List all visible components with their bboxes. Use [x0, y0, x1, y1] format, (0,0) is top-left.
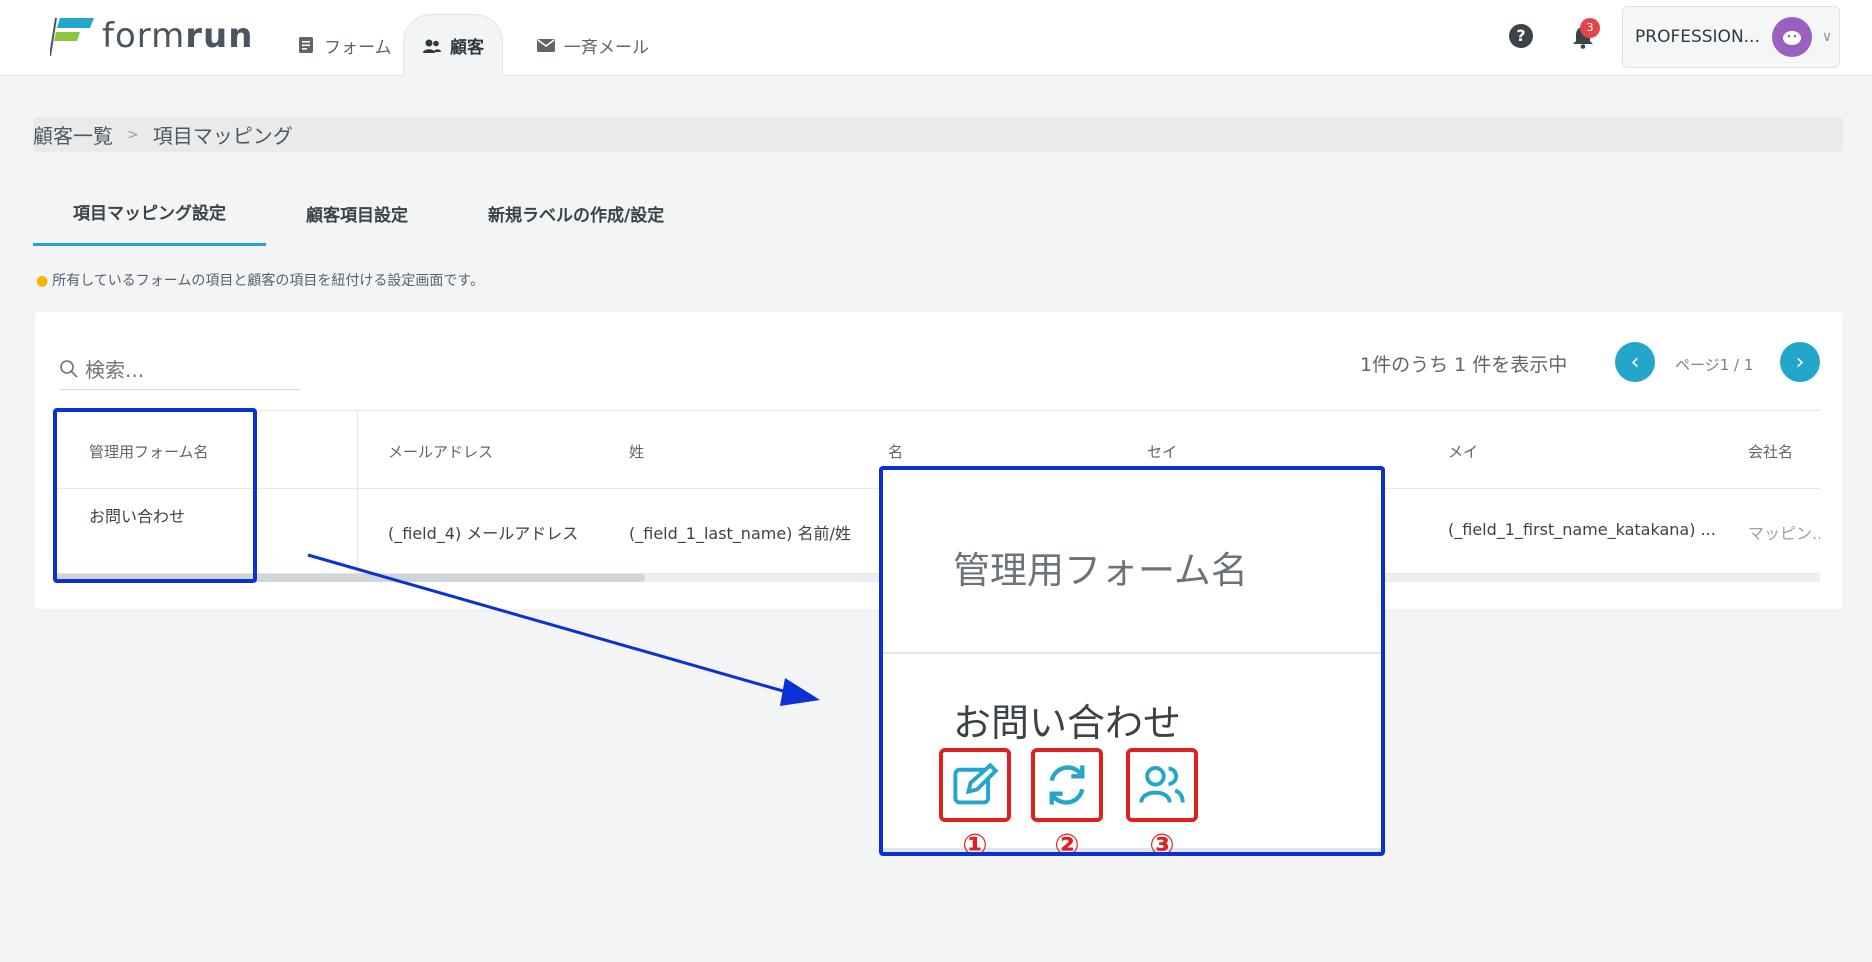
- nav-tab-forms[interactable]: フォーム: [278, 14, 410, 76]
- tab-field-mapping[interactable]: 項目マッピング設定: [33, 180, 266, 246]
- notification-badge: 3: [1580, 18, 1600, 38]
- search-icon: [60, 359, 78, 378]
- company-mapping-cell[interactable]: マッピン...: [1748, 520, 1820, 544]
- edit-icon: [953, 762, 999, 805]
- logo-mark-icon: [50, 17, 94, 56]
- callout-number-1: ①: [962, 828, 988, 856]
- email-mapping-cell[interactable]: (_field_4) メールアドレス: [388, 520, 578, 544]
- breadcrumb-item-customers[interactable]: 顧客一覧: [33, 120, 113, 149]
- breadcrumb: 顧客一覧 > 項目マッピング: [33, 117, 1843, 152]
- result-count: 1件のうち 1 件を表示中: [1360, 354, 1568, 376]
- zoom-divider: [883, 652, 1381, 654]
- tab-labels[interactable]: 新規ラベルの作成/設定: [448, 180, 704, 246]
- column-header: セイ: [1147, 443, 1178, 461]
- zoom-users-button: [1126, 748, 1198, 822]
- column-header: メイ: [1448, 443, 1479, 461]
- top-nav: formrun フォーム 顧客 一斉メール ? 3 PROFESSION... …: [0, 0, 1872, 76]
- mei-mapping-cell[interactable]: (_field_1_first_name_katakana) ...: [1448, 520, 1716, 539]
- hint-label: 所有しているフォームの項目と顧客の項目を紐付ける設定画面です。: [52, 273, 484, 289]
- column-header: メールアドレス: [388, 443, 494, 461]
- tab-customer-fields[interactable]: 顧客項目設定: [266, 180, 448, 246]
- nav-tab-bulk-mail[interactable]: 一斉メール: [518, 14, 667, 76]
- logo-text: formrun: [102, 16, 254, 56]
- lightbulb-icon: ●: [36, 273, 49, 289]
- prev-page-button[interactable]: ‹: [1615, 342, 1655, 382]
- last-name-mapping-cell[interactable]: (_field_1_last_name) 名前/姓: [629, 520, 851, 544]
- nav-tab-label: 顧客: [450, 38, 484, 58]
- mail-icon: [537, 39, 555, 52]
- nav-tab-label: 一斉メール: [564, 37, 649, 58]
- column-header: 会社名: [1748, 443, 1794, 461]
- breadcrumb-separator: >: [127, 126, 139, 143]
- breadcrumb-item-current: 項目マッピング: [152, 124, 293, 148]
- callout-number-2: ②: [1054, 828, 1080, 856]
- settings-tabs: 項目マッピング設定 顧客項目設定 新規ラベルの作成/設定: [33, 180, 704, 246]
- hint-text: ● 所有しているフォームの項目と顧客の項目を紐付ける設定画面です。: [36, 270, 484, 290]
- account-name: PROFESSION...: [1635, 27, 1760, 47]
- page-indicator: ページ1 / 1: [1675, 356, 1754, 374]
- form-icon: [299, 37, 313, 53]
- zoom-edit-button: [939, 748, 1011, 822]
- zoom-column-header: 管理用フォーム名: [953, 549, 1248, 592]
- avatar: [1771, 17, 1812, 57]
- column-divider: [357, 410, 358, 574]
- nav-tab-customers[interactable]: 顧客: [403, 14, 503, 76]
- zoom-callout: 管理用フォーム名 お問い合わせ ① ② ③: [879, 466, 1385, 856]
- people-icon: [423, 39, 441, 53]
- avatar-icon: [1782, 31, 1801, 45]
- column-header: 姓: [629, 443, 645, 461]
- highlight-frame: [53, 408, 257, 583]
- zoom-sync-button: [1031, 748, 1103, 822]
- next-page-button[interactable]: ›: [1780, 342, 1820, 382]
- users-icon: [1139, 766, 1185, 803]
- chevron-down-icon: ∨: [1821, 29, 1833, 45]
- column-header: 名: [888, 443, 904, 461]
- nav-tab-label: フォーム: [324, 37, 392, 58]
- search-input[interactable]: 検索...: [85, 354, 144, 383]
- formrun-logo[interactable]: formrun: [50, 14, 254, 58]
- account-menu[interactable]: PROFESSION... ∨: [1622, 6, 1840, 68]
- callout-number-3: ③: [1149, 828, 1175, 856]
- zoom-form-name: お問い合わせ: [953, 701, 1182, 745]
- search-field[interactable]: 検索...: [59, 348, 301, 390]
- sync-icon: [1049, 765, 1085, 805]
- help-icon[interactable]: ?: [1509, 24, 1533, 48]
